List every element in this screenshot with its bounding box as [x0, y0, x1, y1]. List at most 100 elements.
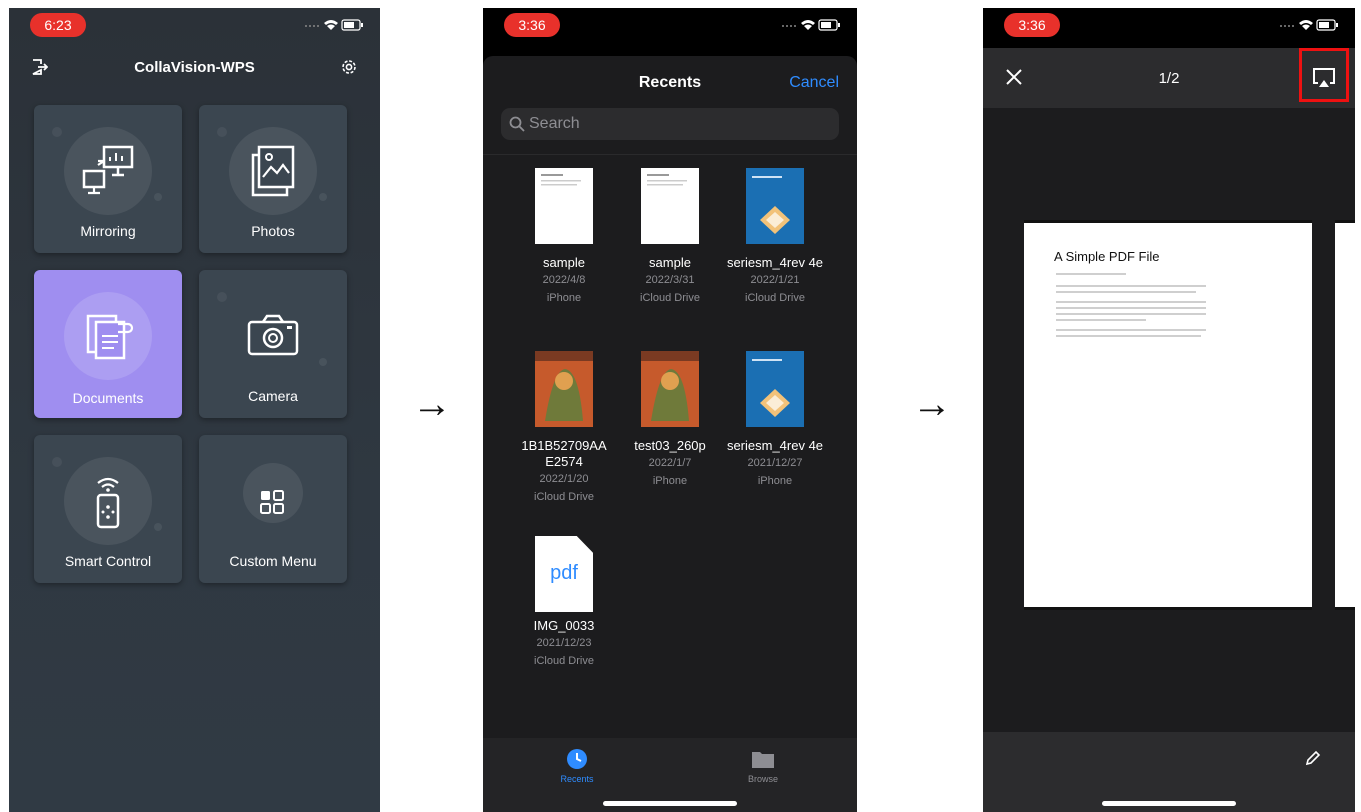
blue-cover-thumbnail	[746, 168, 804, 244]
flow-arrow: →	[412, 382, 452, 426]
file-date: 2021/12/23	[536, 637, 592, 649]
highlight-box	[1299, 48, 1349, 102]
viewer-bottom-bar	[983, 732, 1355, 812]
file-name: seriesm_4rev 4e	[726, 255, 824, 270]
divider	[483, 154, 857, 155]
pdf-page: A Simple PDF File	[1024, 220, 1312, 610]
status-time: 6:23	[30, 13, 86, 37]
file-name: sample	[649, 255, 691, 270]
pencil-icon[interactable]	[1305, 750, 1321, 766]
photos-icon	[251, 145, 295, 197]
tile-custom-menu[interactable]: Custom Menu	[199, 435, 347, 583]
file-name: seriesm_4rev 4e	[726, 438, 824, 453]
search-placeholder: Search	[529, 115, 580, 132]
artwork-thumbnail	[641, 351, 699, 427]
settings-gear-icon[interactable]	[339, 57, 359, 77]
file-location: iPhone	[546, 292, 582, 304]
artwork-thumbnail	[535, 351, 593, 427]
tile-camera[interactable]: Camera	[199, 270, 347, 418]
file-location: iCloud Drive	[534, 491, 594, 503]
status-bar: 3:36	[483, 8, 857, 40]
pdf-next-page	[1335, 220, 1355, 610]
mirroring-icon	[82, 145, 134, 195]
file-item[interactable]: seriesm_4rev 4e 2021/12/27 iPhone	[725, 351, 825, 490]
file-date: 2022/1/20	[539, 473, 589, 485]
tile-label: Custom Menu	[229, 553, 317, 569]
file-location: iCloud Drive	[534, 655, 594, 667]
tile-bg-dot	[319, 193, 327, 201]
phone-file-picker: 3:36 Recents Cancel Search sample 2022/4	[483, 8, 857, 812]
document-thumbnail	[641, 168, 699, 244]
tile-bg-dot	[319, 358, 327, 366]
file-location: iCloud Drive	[640, 292, 700, 304]
tile-bg-dot	[52, 127, 62, 137]
phone-pdf-viewer: 3:36 1/2 A Simple PDF File	[983, 8, 1355, 812]
flow-arrow: →	[912, 382, 952, 426]
status-bar: 3:36	[983, 8, 1355, 48]
file-location: iPhone	[757, 475, 793, 487]
pdf-text-line	[1056, 291, 1196, 293]
tile-label: Camera	[248, 388, 298, 404]
status-time: 3:36	[1004, 13, 1060, 37]
file-item[interactable]: pdf IMG_0033 2021/12/23 iCloud Drive	[514, 536, 614, 670]
file-date: 2021/12/27	[747, 457, 803, 469]
pdf-text-line	[1056, 329, 1206, 331]
tile-bg-dot	[154, 523, 162, 531]
file-date: 2022/3/31	[645, 274, 695, 286]
tile-bg-dot	[154, 193, 162, 201]
tile-bg-dot	[217, 127, 227, 137]
file-item[interactable]: 1B1B52709AA E2574 2022/1/20 iCloud Drive	[514, 351, 614, 506]
file-location: iPhone	[652, 475, 688, 487]
pdf-text-line	[1056, 313, 1206, 315]
tile-label: Documents	[72, 390, 144, 406]
file-item[interactable]: sample 2022/4/8 iPhone	[514, 168, 614, 307]
recents-sheet: Recents Cancel Search sample 2022/4/8 iP…	[483, 56, 857, 812]
status-time: 3:36	[504, 13, 560, 37]
tab-recents[interactable]: Recents	[537, 748, 617, 784]
cancel-button[interactable]: Cancel	[789, 74, 839, 92]
status-bar: 6:23	[9, 8, 380, 40]
tile-documents[interactable]: Documents	[34, 270, 182, 418]
pdf-text-line	[1056, 319, 1146, 321]
remote-control-icon	[96, 477, 120, 529]
file-date: 2022/1/21	[750, 274, 800, 286]
blue-cover-thumbnail	[746, 351, 804, 427]
file-item[interactable]: test03_260p 2022/1/7 iPhone	[620, 351, 720, 490]
pdf-text-line	[1056, 273, 1126, 275]
home-indicator	[603, 801, 737, 806]
file-name: IMG_0033	[533, 618, 595, 633]
file-name: sample	[543, 255, 585, 270]
camera-icon	[247, 314, 299, 356]
app-title: CollaVision-WPS	[134, 59, 255, 76]
status-icons	[1280, 19, 1338, 31]
tile-mirroring[interactable]: Mirroring	[34, 105, 182, 253]
tab-bar: Recents Browse	[483, 738, 857, 812]
folder-icon	[752, 752, 774, 768]
search-icon	[509, 116, 525, 132]
pdf-text-line	[1056, 301, 1206, 303]
tab-browse[interactable]: Browse	[723, 748, 803, 784]
tab-label: Browse	[747, 774, 778, 784]
tile-label: Smart Control	[64, 553, 152, 569]
file-date: 2022/1/7	[648, 457, 692, 469]
pdf-text-line	[1056, 335, 1201, 337]
search-input[interactable]: Search	[501, 108, 839, 140]
tile-bg-dot	[217, 292, 227, 302]
file-name: 1B1B52709AA E2574	[521, 438, 607, 469]
pdf-thumb-label: pdf	[550, 562, 578, 584]
tile-label: Photos	[251, 223, 295, 239]
grid-menu-icon	[260, 490, 284, 514]
phone-home-screen: 6:23 CollaVision-WPS Mirroring Photos Do…	[9, 8, 380, 812]
tab-label: Recents	[560, 774, 594, 784]
file-item[interactable]: sample 2022/3/31 iCloud Drive	[620, 168, 720, 307]
tile-smart-control[interactable]: Smart Control	[34, 435, 182, 583]
pdf-thumbnail: pdf	[535, 536, 593, 612]
tile-bg-dot	[52, 457, 62, 467]
file-item[interactable]: seriesm_4rev 4e 2022/1/21 iCloud Drive	[725, 168, 825, 307]
tile-label: Mirroring	[80, 223, 136, 239]
tile-photos[interactable]: Photos	[199, 105, 347, 253]
pdf-text-line	[1056, 285, 1206, 287]
home-indicator	[1102, 801, 1236, 806]
file-date: 2022/4/8	[542, 274, 586, 286]
document-thumbnail	[535, 168, 593, 244]
